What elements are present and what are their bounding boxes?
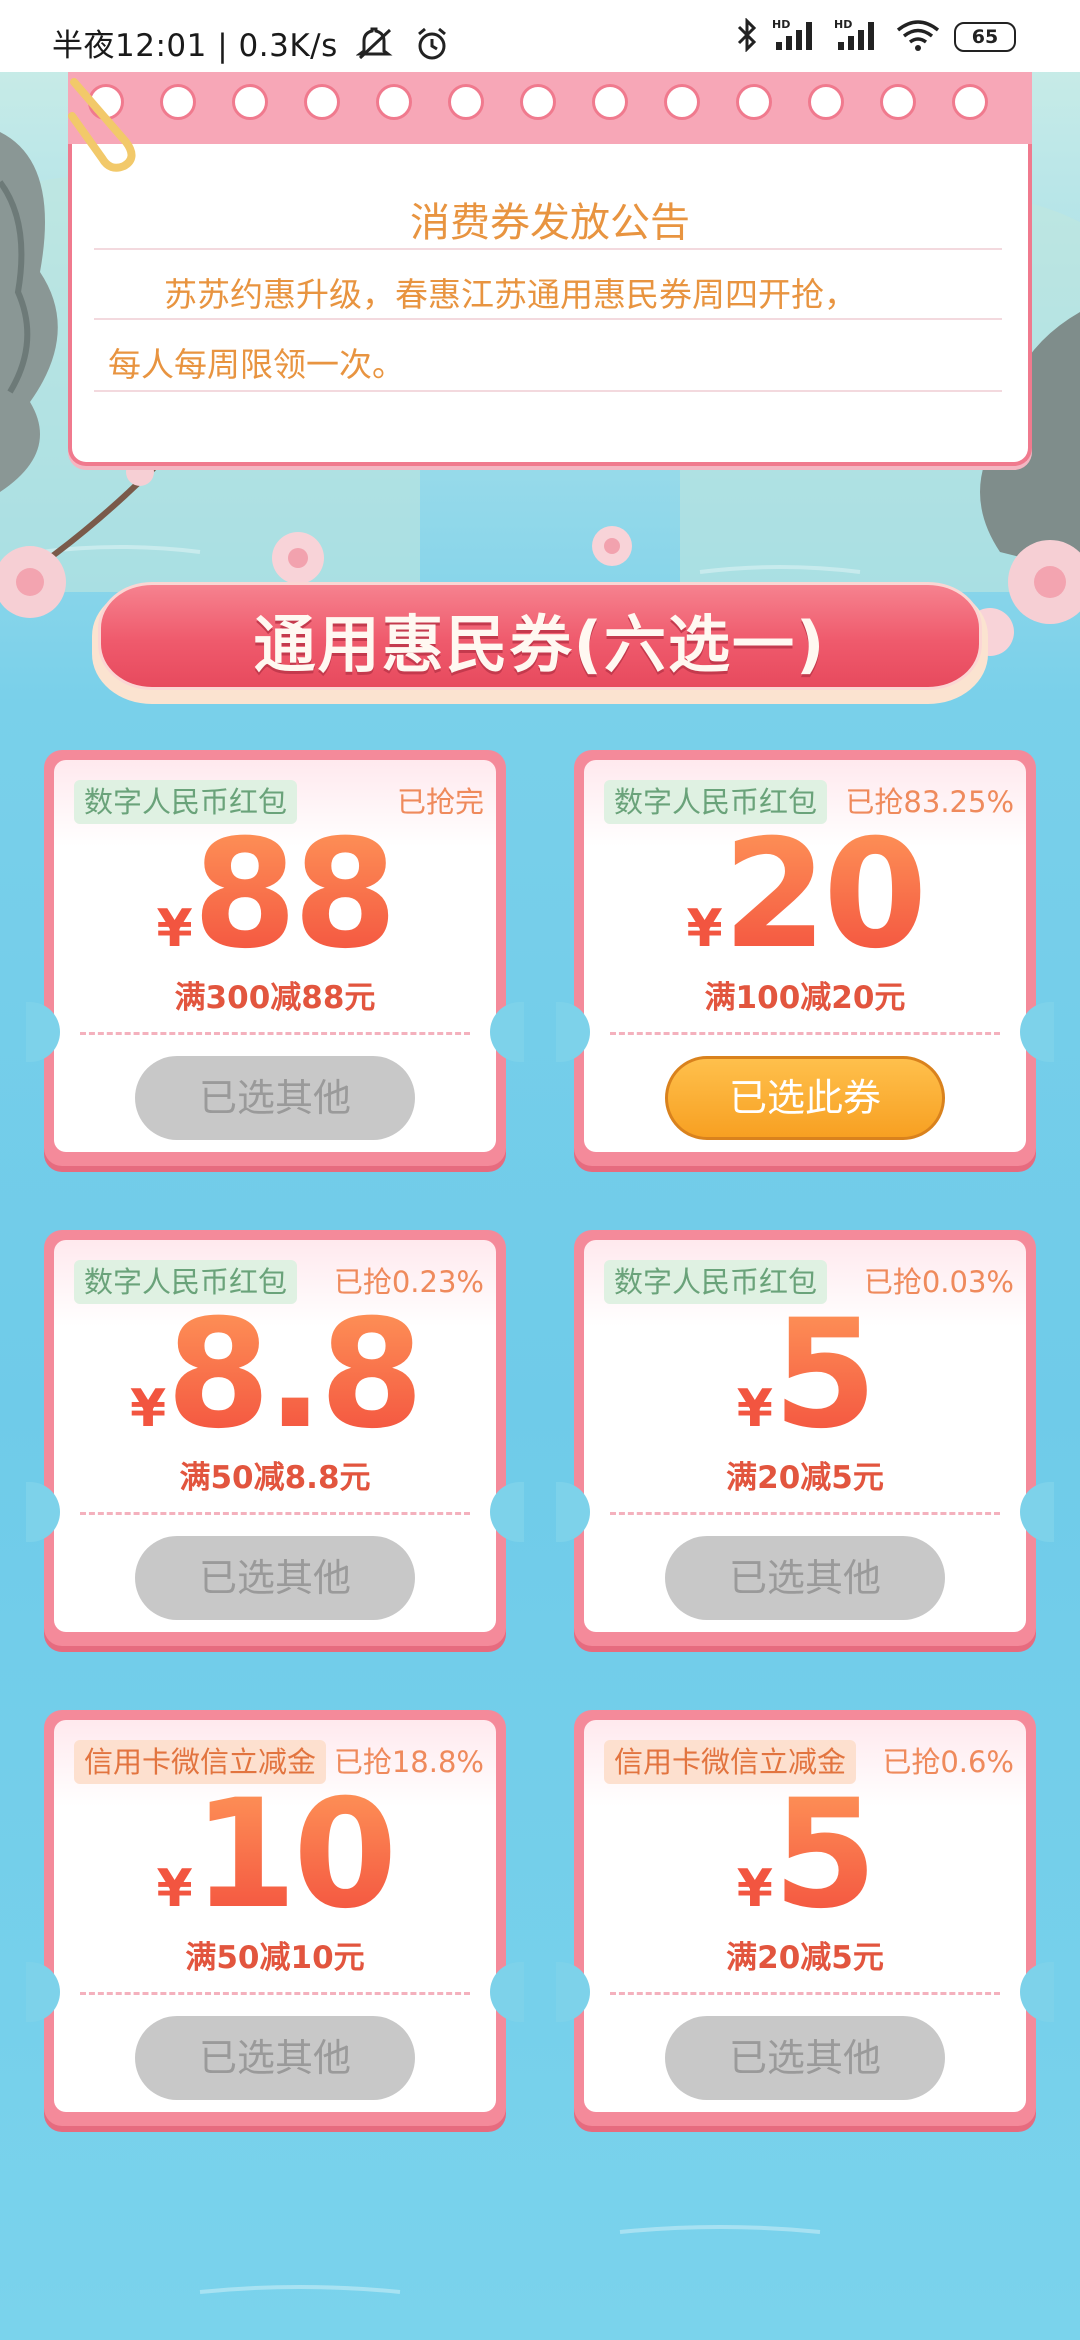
wifi-icon — [896, 18, 940, 56]
coupon-value: 8.8 — [166, 1288, 424, 1462]
coupon-card: 信用卡微信立减金 已抢0.6% ¥5 满20减5元 已选其他 — [556, 1710, 1054, 2126]
notice-card: 消费券发放公告 苏苏约惠升级，春惠江苏通用惠民券周四开抢， 每人每周限领一次。 — [68, 72, 1032, 466]
coupon-value: 88 — [192, 808, 398, 982]
coupon-value: 10 — [192, 1768, 398, 1942]
coupon-condition: 满20减5元 — [726, 1940, 884, 1976]
status-right: HD HD 65 — [736, 17, 1016, 56]
status-network-speed: 0.3K/s — [238, 28, 338, 64]
currency-symbol: ¥ — [156, 899, 193, 959]
notice-line-1: 苏苏约惠升级，春惠江苏通用惠民券周四开抢， — [164, 275, 857, 314]
bluetooth-icon — [736, 17, 758, 56]
coupon-divider — [610, 1512, 1000, 1515]
coupon-card: 信用卡微信立减金 已抢18.8% ¥10 满50减10元 已选其他 — [26, 1710, 524, 2126]
notice-line-2: 每人每周限领一次。 — [108, 345, 405, 384]
coupon-progress: 已抢0.03% — [863, 1265, 1014, 1299]
currency-symbol: ¥ — [156, 1859, 193, 1919]
currency-symbol: ¥ — [736, 1379, 773, 1439]
coupon-value: 5 — [772, 1768, 877, 1942]
coupon-value: 20 — [722, 808, 928, 982]
coupon-condition: 满20减5元 — [726, 1460, 884, 1496]
coupon-condition: 满300减88元 — [174, 980, 376, 1016]
coupon-condition: 满100减20元 — [704, 980, 906, 1016]
coupon-value: 5 — [772, 1288, 877, 1462]
coupon-card: 数字人民币红包 已抢83.25% ¥20 满100减20元 已选此券 — [556, 750, 1054, 1166]
signal-hd-icon: HD — [834, 18, 882, 56]
coupon-select-button[interactable]: 已选其他 — [665, 1536, 945, 1620]
coupon-amount: ¥10 — [44, 1780, 506, 1930]
coupon-amount: ¥20 — [574, 820, 1036, 970]
currency-symbol: ¥ — [686, 899, 723, 959]
coupon-amount: ¥5 — [574, 1780, 1036, 1930]
status-separator: | — [217, 28, 239, 64]
svg-text:HD: HD — [772, 18, 790, 31]
coupon-select-button[interactable]: 已选其他 — [665, 2016, 945, 2100]
coupon-amount: ¥5 — [574, 1300, 1036, 1450]
status-left: 半夜12:01 | 0.3K/s — [52, 20, 450, 70]
notice-rule — [94, 390, 1002, 392]
section-banner: 通用惠民券(六选一) — [92, 576, 988, 704]
signal-hd-icon: HD — [772, 18, 820, 56]
coupon-divider — [80, 1512, 470, 1515]
notice-binding-strip — [68, 72, 1032, 144]
coupon-selected-button[interactable]: 已选此券 — [665, 1056, 945, 1140]
paperclip-icon — [68, 78, 136, 172]
notice-rule — [94, 318, 1002, 320]
coupon-condition: 满50减8.8元 — [179, 1460, 371, 1496]
currency-symbol: ¥ — [130, 1379, 167, 1439]
coupon-card: 数字人民币红包 已抢0.23% ¥8.8 满50减8.8元 已选其他 — [26, 1230, 524, 1646]
coupon-divider — [80, 1032, 470, 1035]
coupon-amount: ¥88 — [44, 820, 506, 970]
status-time: 半夜12:01 — [52, 28, 207, 64]
coupon-divider — [610, 1992, 1000, 1995]
alarm-icon — [414, 26, 450, 70]
mute-icon — [355, 27, 396, 69]
coupon-divider — [80, 1992, 470, 1995]
coupon-select-button[interactable]: 已选其他 — [135, 1536, 415, 1620]
status-bar: 半夜12:01 | 0.3K/s HD HD 65 — [0, 0, 1080, 72]
svg-text:HD: HD — [834, 18, 852, 31]
coupon-progress: 已抢完 — [396, 785, 484, 819]
coupon-divider — [610, 1032, 1000, 1035]
coupon-progress: 已抢0.6% — [882, 1745, 1014, 1779]
battery-level: 65 — [971, 26, 999, 48]
notice-rule — [94, 248, 1002, 250]
coupon-condition: 满50减10元 — [185, 1940, 365, 1976]
currency-symbol: ¥ — [736, 1859, 773, 1919]
coupon-amount: ¥8.8 — [44, 1300, 506, 1450]
coupon-select-button[interactable]: 已选其他 — [135, 2016, 415, 2100]
section-title: 通用惠民券(六选一) — [253, 608, 827, 681]
coupon-card: 数字人民币红包 已抢0.03% ¥5 满20减5元 已选其他 — [556, 1230, 1054, 1646]
coupon-select-button[interactable]: 已选其他 — [135, 1056, 415, 1140]
coupon-card: 数字人民币红包 已抢完 ¥88 满300减88元 已选其他 — [26, 750, 524, 1166]
battery-icon: 65 — [954, 22, 1016, 52]
notice-title: 消费券发放公告 — [410, 200, 690, 246]
